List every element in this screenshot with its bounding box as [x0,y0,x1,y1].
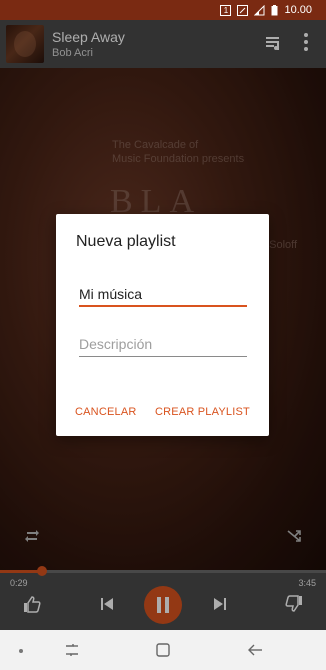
back-icon [248,644,262,656]
home-button[interactable] [156,643,170,657]
playlist-description-placeholder: Descripción [79,336,153,352]
status-bar: 1 10.00 [0,0,326,20]
system-nav-bar [0,630,326,670]
playlist-description-input[interactable]: Descripción [79,333,247,357]
new-playlist-dialog: Nueva playlist Mi música Descripción CAN… [56,214,269,436]
back-button[interactable] [247,643,263,657]
status-time: 10.00 [284,4,312,16]
recent-apps-icon [66,644,78,656]
recent-apps-button[interactable] [64,643,80,657]
playlist-name-input[interactable]: Mi música [79,283,247,307]
nfc-icon [237,4,249,16]
sim-badge: 1 [220,4,232,16]
cancel-button[interactable]: CANCELAR [75,406,137,418]
dialog-title: Nueva playlist [76,233,176,250]
battery-icon [271,4,278,15]
home-icon [156,643,170,657]
signal-icon [254,4,265,15]
nav-indicator-dot [19,649,23,653]
create-playlist-button[interactable]: CREAR PLAYLIST [155,406,250,418]
playlist-name-value: Mi música [79,286,143,302]
